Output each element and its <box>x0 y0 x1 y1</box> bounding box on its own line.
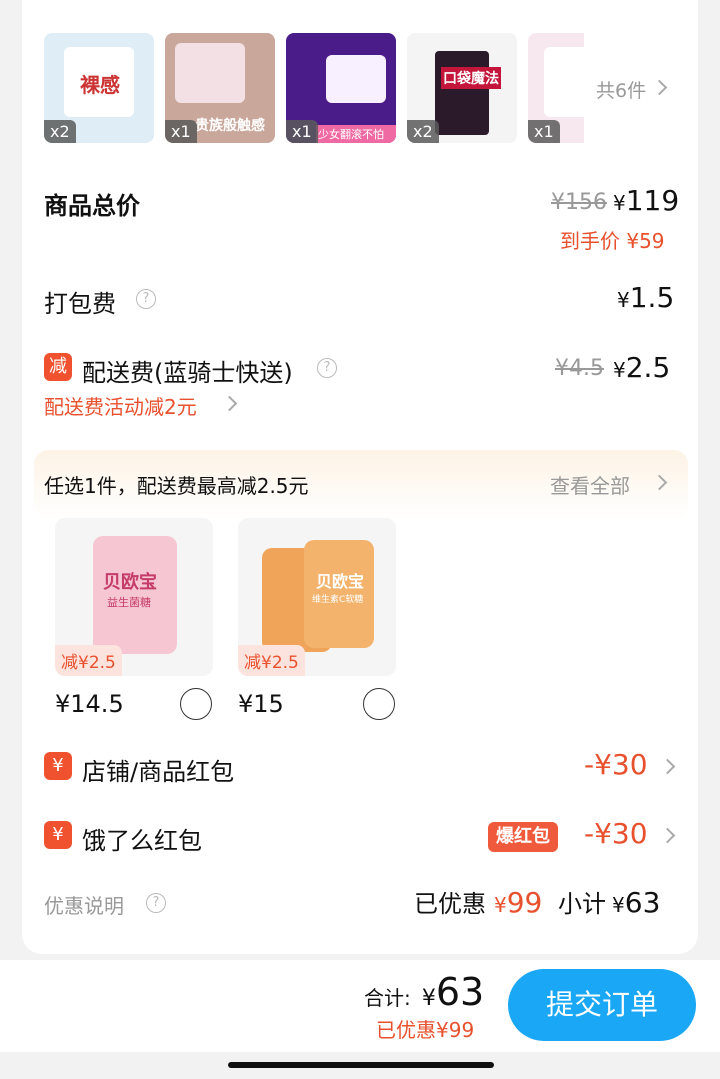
red-packet-icon: ¥ <box>44 821 72 849</box>
promo-product-price: ¥15 <box>238 690 284 718</box>
item-qty: x2 <box>407 120 439 143</box>
promo-tag: 减¥2.5 <box>238 645 305 676</box>
eleme-coupon-value[interactable]: -¥30 <box>584 817 648 850</box>
footer-total: 合计: ¥63 <box>364 970 485 1014</box>
delivery-fee-price: ¥2.5 <box>613 351 671 384</box>
item-total-count[interactable]: 共6件 <box>596 76 646 103</box>
submit-order-button[interactable]: 提交订单 <box>508 969 696 1041</box>
product-brand: 贝欧宝 <box>316 572 365 591</box>
packing-fee-price: ¥1.5 <box>617 281 675 314</box>
packing-fee-label: 打包费 <box>44 290 116 318</box>
promo-product[interactable]: 贝欧宝 维生素C软糖 减¥2.5 <box>238 518 396 676</box>
item-thumb[interactable]: 少女翻滚不怕漏 x1 <box>286 33 396 143</box>
promo-title: 任选1件，配送费最高减2.5元 <box>44 474 309 498</box>
thumb-art-text: 贵族般触感 <box>195 118 265 134</box>
discount-info-label[interactable]: 优惠说明 <box>44 890 124 919</box>
promo-product[interactable]: 贝欧宝 益生菌糖 减¥2.5 <box>55 518 213 676</box>
goods-total-price: ¥119 <box>613 184 680 217</box>
red-packet-icon: ¥ <box>44 752 72 780</box>
item-thumb[interactable]: 贵族般触感 x1 <box>165 33 275 143</box>
delivery-discount-note[interactable]: 配送费活动减2元 <box>44 391 197 420</box>
store-coupon-label[interactable]: 店铺/商品红包 <box>82 752 234 787</box>
help-icon[interactable]: ? <box>136 289 156 309</box>
help-icon[interactable]: ? <box>146 893 166 913</box>
product-brand: 贝欧宝 <box>103 572 157 593</box>
promo-product-price: ¥14.5 <box>55 690 124 718</box>
thumb-art-text: 裸感 <box>80 73 120 97</box>
summary-line: 已优惠 ¥99 小计 ¥63 <box>414 886 661 919</box>
item-qty: x1 <box>286 120 318 143</box>
view-all-link[interactable]: 查看全部 <box>550 470 630 499</box>
product-subtitle: 维生素C软糖 <box>312 595 364 605</box>
thumb-art-text: 少女翻滚不怕漏 <box>316 125 396 143</box>
promo-tag: 减¥2.5 <box>55 645 122 676</box>
goods-original-price: ¥156 <box>551 190 607 215</box>
item-qty: x1 <box>165 120 197 143</box>
hot-coupon-badge: 爆红包 <box>488 822 558 852</box>
thumb-art-text: 口袋魔法 <box>441 67 501 89</box>
item-thumbnails[interactable]: 裸感 x2 贵族般触感 x1 少女翻滚不怕漏 x1 口袋魔法 x2 x1 <box>44 33 584 144</box>
delivery-fee-label: 配送费(蓝骑士快送) <box>82 359 293 387</box>
home-indicator[interactable] <box>228 1062 494 1068</box>
item-qty: x1 <box>528 120 560 143</box>
discount-badge: 减 <box>44 353 72 381</box>
select-radio[interactable] <box>363 688 395 720</box>
item-qty: x2 <box>44 120 76 143</box>
select-radio[interactable] <box>180 688 212 720</box>
product-subtitle: 益生菌糖 <box>107 596 151 609</box>
goods-total-label: 商品总价 <box>44 192 140 220</box>
store-coupon-value[interactable]: -¥30 <box>584 748 648 781</box>
help-icon[interactable]: ? <box>317 358 337 378</box>
footer-saved: 已优惠¥99 <box>376 1018 475 1042</box>
item-thumb[interactable]: 裸感 x2 <box>44 33 154 143</box>
eleme-coupon-label[interactable]: 饿了么红包 <box>82 821 202 856</box>
item-thumb[interactable]: x1 <box>528 33 584 143</box>
item-thumb[interactable]: 口袋魔法 x2 <box>407 33 517 143</box>
delivery-original-price: ¥4.5 <box>555 356 604 381</box>
final-price-label: 到手价 ¥59 <box>560 229 665 253</box>
